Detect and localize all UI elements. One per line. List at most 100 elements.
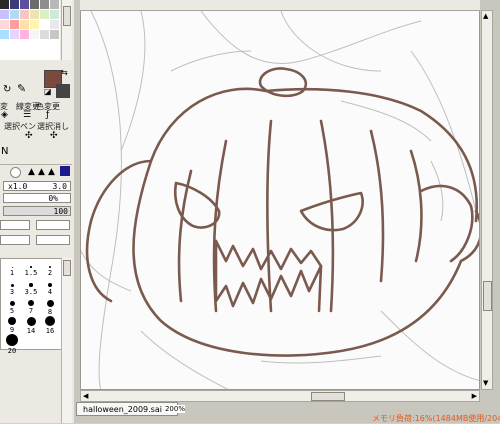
edge-shape-2-icon[interactable]: ▲ — [38, 167, 45, 177]
brush-size-option[interactable]: 1 — [3, 261, 21, 278]
color-swatch[interactable] — [40, 20, 50, 30]
brush-size-option[interactable]: 14 — [22, 315, 40, 335]
color-swatch[interactable] — [20, 50, 30, 60]
option-dropdown-1[interactable] — [0, 220, 30, 230]
color-swatch[interactable] — [10, 0, 20, 10]
diamond-icon[interactable]: ◈ — [1, 110, 8, 120]
brush-size-option[interactable]: 3 — [3, 279, 21, 296]
color-swatch[interactable] — [10, 30, 20, 40]
soft-edge-button[interactable] — [10, 167, 21, 178]
brush-size-option[interactable]: 2 — [41, 261, 59, 278]
brush-size-label: 1 — [9, 268, 15, 277]
color-swatch[interactable] — [40, 10, 50, 20]
color-swatch[interactable] — [30, 40, 40, 50]
option-dropdown-3[interactable] — [0, 235, 30, 245]
brush-size-dot — [9, 300, 15, 306]
color-change-icon[interactable]: ƒ — [46, 110, 49, 120]
option-dropdown-2[interactable] — [36, 220, 70, 230]
color-swatch[interactable] — [50, 10, 60, 20]
brush-size-option[interactable]: 4 — [41, 279, 59, 296]
color-swatch[interactable] — [40, 40, 50, 50]
color-swatch[interactable] — [40, 30, 50, 40]
brush-size-palette[interactable]: 1 1.5 2 3 3.5 4 5 7 8 9 14 16 20 — [0, 258, 62, 355]
brush-size-option[interactable]: 16 — [41, 315, 59, 335]
horizontal-scroll-thumb[interactable] — [311, 392, 345, 401]
brush-size-option[interactable]: 1.5 — [22, 261, 40, 278]
color-swatch-grid[interactable] — [0, 0, 60, 62]
vertical-scroll-thumb[interactable] — [483, 281, 492, 311]
color-swatch[interactable] — [30, 50, 40, 60]
color-swatch[interactable] — [10, 40, 20, 50]
pen-tool-icon[interactable]: N — [1, 146, 8, 157]
color-swatch[interactable] — [40, 0, 50, 10]
color-swatch[interactable] — [20, 0, 30, 10]
edge-shape-4-icon[interactable] — [60, 166, 70, 176]
color-swatch[interactable] — [50, 40, 60, 50]
color-swatch[interactable] — [10, 10, 20, 20]
edge-shape-3-icon[interactable]: ▲ — [48, 167, 55, 177]
scroll-up-arrow[interactable]: ▲ — [483, 12, 488, 20]
size-field[interactable]: x1.0 3.0 — [3, 181, 71, 191]
tool-panel: ↻ ✎ ⇆ ◪ 変 線変更 色変更 ◈ ☰ ƒ 選択ペン 選択消し ✣ ✣ N … — [0, 0, 75, 423]
reset-colors-icon[interactable]: ◪ — [44, 87, 52, 96]
scroll-left-arrow[interactable]: ◀ — [83, 392, 88, 400]
select-eraser-icon[interactable]: ✣ — [50, 131, 58, 141]
opacity-slider[interactable]: 100 — [3, 206, 71, 216]
color-swatch[interactable] — [30, 30, 40, 40]
brush-size-dot — [26, 316, 36, 326]
lines-icon[interactable]: ☰ — [23, 110, 31, 120]
color-swatch[interactable] — [30, 0, 40, 10]
color-swatch[interactable] — [30, 10, 40, 20]
color-swatch[interactable] — [20, 30, 30, 40]
canvas-vertical-scrollbar[interactable]: ▲ ▼ — [481, 10, 493, 390]
brush-size-dot — [46, 299, 54, 307]
swap-colors-icon[interactable]: ⇆ — [61, 68, 68, 77]
color-swatch[interactable] — [0, 0, 10, 10]
file-tab-zoom: 200% — [164, 405, 185, 413]
memory-status: メモリ負荷:16%(1484MB使用/2048MB) — [372, 414, 500, 423]
canvas-horizontal-scrollbar[interactable]: ◀ ▶ — [80, 390, 480, 402]
swatch-scrollbar[interactable] — [61, 0, 72, 60]
file-tab[interactable]: halloween_2009.sai 200% — [76, 402, 185, 416]
color-swatch[interactable] — [10, 50, 20, 60]
file-tab-name: halloween_2009.sai — [83, 404, 162, 414]
brush-size-option[interactable]: 8 — [41, 297, 59, 316]
color-swatch[interactable] — [0, 50, 10, 60]
brush-size-option[interactable]: 3.5 — [22, 279, 40, 296]
color-swatch[interactable] — [0, 20, 10, 30]
rotate-icon[interactable]: ↻ — [3, 84, 11, 95]
color-swatch[interactable] — [40, 50, 50, 60]
scroll-right-arrow[interactable]: ▶ — [472, 392, 477, 400]
color-swatch[interactable] — [30, 20, 40, 30]
density-field[interactable]: 0% — [3, 193, 71, 203]
edge-shape-1-icon[interactable]: ▲ — [28, 167, 35, 177]
select-pen-icon[interactable]: ✣ — [25, 131, 33, 141]
drawing-canvas[interactable] — [80, 10, 480, 390]
option-dropdown-4[interactable] — [36, 235, 70, 245]
color-swatch[interactable] — [50, 0, 60, 10]
brush-size-option[interactable]: 7 — [22, 297, 40, 315]
brush-size-option[interactable]: 9 — [3, 315, 21, 334]
color-swatch[interactable] — [20, 20, 30, 30]
secondary-color-box[interactable] — [56, 84, 70, 98]
brush-size-option[interactable]: 20 — [3, 333, 21, 355]
color-swatch[interactable] — [20, 10, 30, 20]
brush-size-label: 1.5 — [24, 268, 38, 277]
color-swatch[interactable] — [50, 20, 60, 30]
color-swatch[interactable] — [50, 30, 60, 40]
brush-size-label: 4 — [47, 288, 53, 296]
color-swatch[interactable] — [0, 10, 10, 20]
color-swatch[interactable] — [20, 40, 30, 50]
brush-size-label: 2 — [47, 269, 53, 277]
color-swatch[interactable] — [10, 20, 20, 30]
brush-size-scrollbar[interactable] — [61, 258, 72, 423]
color-swatch[interactable] — [0, 30, 10, 40]
brush-size-option[interactable]: 5 — [3, 297, 21, 315]
eyedropper-icon[interactable]: ✎ — [17, 82, 26, 95]
swatch-scroll-thumb[interactable] — [63, 6, 71, 26]
color-swatch[interactable] — [0, 40, 10, 50]
brush-size-scroll-thumb[interactable] — [63, 260, 71, 276]
brush-size-dot — [48, 283, 52, 287]
scroll-down-arrow[interactable]: ▼ — [483, 379, 488, 387]
color-swatch[interactable] — [50, 50, 60, 60]
